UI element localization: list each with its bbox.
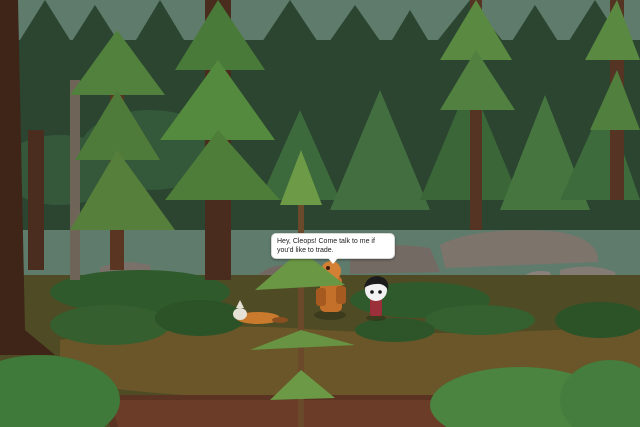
game-scene: Hey, Cleops! Come talk to me if you'd li… [0,0,640,427]
forest-background [0,0,640,427]
npc-speech-bubble[interactable]: Hey, Cleops! Come talk to me if you'd li… [271,233,395,264]
npc-dialogue-text: Hey, Cleops! Come talk to me if you'd li… [277,238,375,254]
